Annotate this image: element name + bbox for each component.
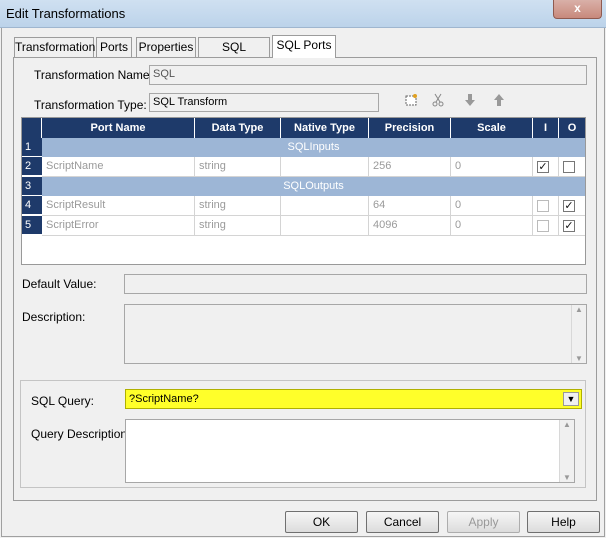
data-type-cell[interactable]: string — [195, 196, 281, 216]
tab-properties[interactable]: Properties — [136, 37, 196, 57]
help-button[interactable]: Help — [527, 511, 600, 533]
ok-button[interactable]: OK — [285, 511, 358, 533]
column-header-output[interactable]: O — [559, 118, 585, 138]
port-name-cell[interactable]: ScriptResult — [42, 196, 195, 216]
scale-cell[interactable]: 0 — [451, 196, 533, 216]
port-name-cell[interactable]: ScriptError — [42, 216, 195, 236]
description-textarea[interactable]: ▲ ▼ — [124, 304, 587, 364]
group-row-sqloutputs[interactable]: SQLOutputs — [42, 177, 585, 196]
precision-cell[interactable]: 64 — [369, 196, 451, 216]
close-icon: x — [574, 1, 581, 15]
sql-query-field[interactable]: ?ScriptName? ▼ — [125, 389, 582, 409]
move-up-icon[interactable] — [491, 93, 507, 109]
transformation-name-field[interactable]: SQL — [149, 65, 587, 85]
input-checkbox[interactable] — [537, 200, 549, 212]
precision-cell[interactable]: 4096 — [369, 216, 451, 236]
data-type-cell[interactable]: string — [195, 216, 281, 236]
scale-cell[interactable]: 0 — [451, 216, 533, 236]
window-title: Edit Transformations — [6, 6, 126, 21]
input-checkbox[interactable] — [537, 220, 549, 232]
query-description-label: Query Description: — [31, 427, 131, 441]
apply-button[interactable]: Apply — [447, 511, 520, 533]
row-number[interactable]: 4 — [22, 196, 42, 215]
scroll-up-icon[interactable]: ▲ — [572, 305, 586, 314]
cancel-button[interactable]: Cancel — [366, 511, 439, 533]
sql-query-value: ?ScriptName? — [129, 393, 199, 405]
scroll-down-icon[interactable]: ▼ — [572, 354, 586, 363]
scroll-down-icon[interactable]: ▼ — [560, 473, 574, 482]
sql-query-label: SQL Query: — [31, 394, 94, 408]
port-name-cell[interactable]: ScriptName — [42, 157, 195, 177]
row-number[interactable]: 2 — [22, 157, 42, 176]
tab-ports[interactable]: Ports — [96, 37, 132, 57]
column-header-scale[interactable]: Scale — [451, 118, 533, 138]
native-type-cell[interactable] — [281, 196, 369, 216]
precision-cell[interactable]: 256 — [369, 157, 451, 177]
query-description-scrollbar[interactable]: ▲ ▼ — [559, 420, 574, 482]
query-description-textarea[interactable]: ▲ ▼ — [125, 419, 575, 483]
column-header-native-type[interactable]: Native Type — [281, 118, 369, 138]
tab-transformation[interactable]: Transformation — [14, 37, 95, 57]
description-scrollbar[interactable]: ▲ ▼ — [571, 305, 586, 363]
ports-grid: Port Name Data Type Native Type Precisio… — [21, 117, 586, 265]
grid-corner — [22, 118, 42, 138]
tab-sql-settings[interactable]: SQL Settings — [198, 37, 270, 72]
data-type-cell[interactable]: string — [195, 157, 281, 177]
move-down-icon[interactable] — [462, 93, 478, 109]
default-value-field[interactable] — [124, 274, 587, 294]
output-checkbox[interactable] — [563, 161, 575, 173]
column-header-input[interactable]: I — [533, 118, 559, 138]
output-checkbox[interactable]: ✓ — [563, 200, 575, 212]
input-checkbox[interactable]: ✓ — [537, 161, 549, 173]
output-checkbox[interactable]: ✓ — [563, 220, 575, 232]
title-bar: Edit Transformations x — [0, 0, 606, 28]
default-value-label: Default Value: — [22, 277, 97, 291]
close-button[interactable]: x — [553, 0, 602, 19]
transformation-name-label: Transformation Name: — [34, 68, 153, 82]
row-number[interactable]: 3 — [22, 177, 42, 196]
column-header-port-name[interactable]: Port Name — [42, 118, 195, 138]
description-label: Description: — [22, 310, 86, 324]
tab-sql-ports[interactable]: SQL Ports — [272, 35, 336, 58]
scroll-up-icon[interactable]: ▲ — [560, 420, 574, 429]
scale-cell[interactable]: 0 — [451, 157, 533, 177]
group-row-sqlinputs[interactable]: SQLInputs — [42, 138, 585, 157]
transformation-type-label: Transformation Type: — [34, 98, 147, 112]
row-number[interactable]: 1 — [22, 138, 42, 157]
sql-query-dropdown-button[interactable]: ▼ — [563, 392, 579, 406]
arrow-down-icon: ▼ — [566, 394, 576, 404]
cut-icon[interactable] — [430, 93, 446, 109]
row-number[interactable]: 5 — [22, 216, 42, 235]
transformation-type-field: SQL Transform — [149, 93, 379, 112]
native-type-cell[interactable] — [281, 157, 369, 177]
column-header-data-type[interactable]: Data Type — [195, 118, 281, 138]
column-header-precision[interactable]: Precision — [369, 118, 451, 138]
new-port-icon[interactable] — [403, 93, 419, 109]
native-type-cell[interactable] — [281, 216, 369, 236]
